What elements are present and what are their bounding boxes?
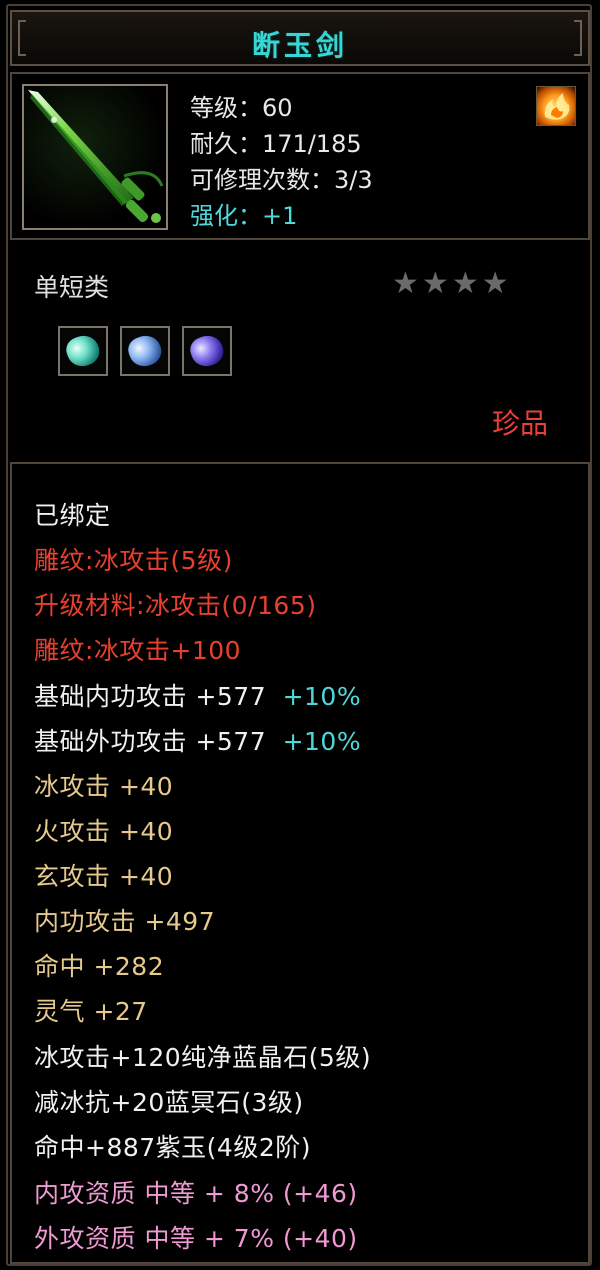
- outer-aptitude: 外攻资质 中等 + 7% (+40): [34, 1224, 358, 1253]
- gem-slot-1[interactable]: [58, 326, 108, 376]
- star-icon: ★: [421, 266, 449, 301]
- hit-rate: 命中 +282: [34, 952, 165, 981]
- star-rating: ★ ★ ★ ★: [392, 266, 512, 302]
- gem-slot-3[interactable]: [182, 326, 232, 376]
- item-enhance: 强化：+1: [190, 202, 298, 230]
- base-inner-attack-bonus: +10%: [282, 682, 362, 711]
- blue-gem-icon: [124, 331, 166, 371]
- base-outer-attack: 基础外功攻击 +577 +10%: [34, 722, 361, 758]
- rarity-label: 珍品: [492, 407, 549, 440]
- weapon-category: 单短类: [34, 273, 110, 302]
- star-icon: ★: [451, 266, 479, 301]
- base-inner-attack: 基础内功攻击 +577 +10%: [34, 677, 361, 713]
- engrave-bonus-line: 雕纹:冰攻击+100: [34, 636, 242, 665]
- purple-gem-icon: [186, 331, 228, 371]
- gem-slot-2[interactable]: [120, 326, 170, 376]
- gem-bonus-3: 命中+887紫玉(4级2阶): [34, 1133, 311, 1162]
- ice-attack: 冰攻击 +40: [34, 772, 174, 801]
- base-outer-attack-value: 基础外功攻击 +577: [34, 727, 267, 756]
- base-inner-attack-value: 基础内功攻击 +577: [34, 682, 267, 711]
- item-level: 等级：60: [190, 94, 293, 122]
- fire-attack: 火攻击 +40: [34, 817, 174, 846]
- base-outer-attack-bonus: +10%: [282, 727, 362, 756]
- inner-aptitude: 内攻资质 中等 + 8% (+46): [34, 1179, 358, 1208]
- flame-icon[interactable]: [536, 86, 576, 126]
- star-icon: ★: [481, 266, 509, 301]
- engrave-line: 雕纹:冰攻击(5级): [34, 546, 233, 575]
- gem-bonus-1: 冰攻击+120纯净蓝晶石(5级): [34, 1043, 372, 1072]
- item-name: 断玉剑: [251, 29, 348, 62]
- bound-status: 已绑定: [34, 501, 111, 530]
- upgrade-material-line: 升级材料:冰攻击(0/165): [34, 591, 317, 620]
- spirit: 灵气 +27: [34, 997, 148, 1026]
- jade-sword-icon: [22, 84, 168, 230]
- title-bracket-right: [574, 20, 582, 56]
- star-icon: ★: [392, 266, 419, 301]
- teal-gem-icon: [62, 331, 104, 371]
- gem-bonus-2: 减冰抗+20蓝冥石(3级): [34, 1088, 304, 1117]
- item-repair-count: 可修理次数：3/3: [190, 166, 373, 194]
- item-durability: 耐久：171/185: [190, 130, 362, 158]
- inner-attack: 内功攻击 +497: [34, 907, 216, 936]
- title-bar: 断玉剑: [10, 10, 590, 66]
- mystic-attack: 玄攻击 +40: [34, 862, 174, 891]
